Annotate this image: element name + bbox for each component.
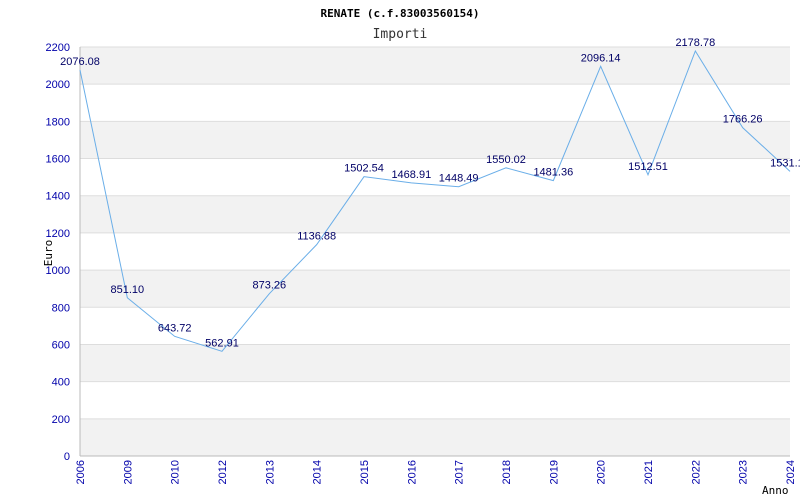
grid-band xyxy=(80,47,790,85)
data-label: 2096.14 xyxy=(581,52,621,64)
chart-title: RENATE (c.f.83003560154) xyxy=(321,7,480,20)
data-label: 643.72 xyxy=(158,322,192,334)
x-tick-label: 2006 xyxy=(75,460,87,484)
data-label: 2076.08 xyxy=(60,56,100,68)
data-label: 2178.78 xyxy=(675,37,715,49)
y-tick-label: 600 xyxy=(52,339,70,351)
y-tick-label: 800 xyxy=(52,302,70,314)
grid-band xyxy=(80,121,790,159)
grid-band xyxy=(80,418,790,456)
data-label: 1448.49 xyxy=(439,173,479,185)
data-label: 873.26 xyxy=(253,280,287,292)
y-tick-label: 2000 xyxy=(46,79,70,91)
y-tick-label: 200 xyxy=(52,414,70,426)
x-axis-label: Anno xyxy=(762,484,789,497)
x-tick-label: 2014 xyxy=(312,460,324,484)
data-label: 1550.02 xyxy=(486,154,526,166)
x-tick-label: 2020 xyxy=(596,460,608,484)
x-tick-label: 2023 xyxy=(738,460,750,484)
grid-band xyxy=(80,195,790,233)
data-label: 1502.54 xyxy=(344,163,384,175)
grid-band xyxy=(80,270,790,308)
y-tick-label: 400 xyxy=(52,377,70,389)
x-tick-label: 2022 xyxy=(690,460,702,484)
x-tick-label: 2010 xyxy=(170,460,182,484)
data-label: 1468.91 xyxy=(391,169,431,181)
x-tick-label: 2017 xyxy=(454,460,466,484)
x-tick-label: 2016 xyxy=(406,460,418,484)
x-tick-label: 2021 xyxy=(643,460,655,484)
x-tick-label: 2018 xyxy=(501,460,513,484)
data-label: 1136.88 xyxy=(297,231,336,243)
data-label: 1481.36 xyxy=(533,167,573,179)
data-label: 851.10 xyxy=(111,284,145,296)
data-label: 1512.51 xyxy=(628,161,668,173)
grid-band xyxy=(80,344,790,382)
y-tick-label: 1800 xyxy=(46,116,70,128)
x-tick-label: 2013 xyxy=(264,460,276,484)
chart-subtitle: Importi xyxy=(373,27,428,42)
data-label: 562.91 xyxy=(205,337,239,349)
data-label: 1531.13 xyxy=(770,157,800,169)
x-tick-label: 2015 xyxy=(359,460,371,484)
y-tick-label: 1600 xyxy=(46,154,70,166)
y-tick-label: 2200 xyxy=(46,42,70,54)
data-label: 1766.26 xyxy=(723,114,763,126)
line-chart: 0200400600800100012001400160018002000220… xyxy=(0,0,800,500)
y-tick-label: 0 xyxy=(64,451,70,463)
x-tick-label: 2012 xyxy=(217,460,229,484)
x-tick-label: 2009 xyxy=(122,460,134,484)
y-axis-label: Euro xyxy=(42,240,55,267)
x-tick-label: 2019 xyxy=(548,460,560,484)
x-tick-label: 2024 xyxy=(785,460,797,484)
y-tick-label: 1400 xyxy=(46,191,70,203)
y-tick-label: 1200 xyxy=(46,228,70,240)
